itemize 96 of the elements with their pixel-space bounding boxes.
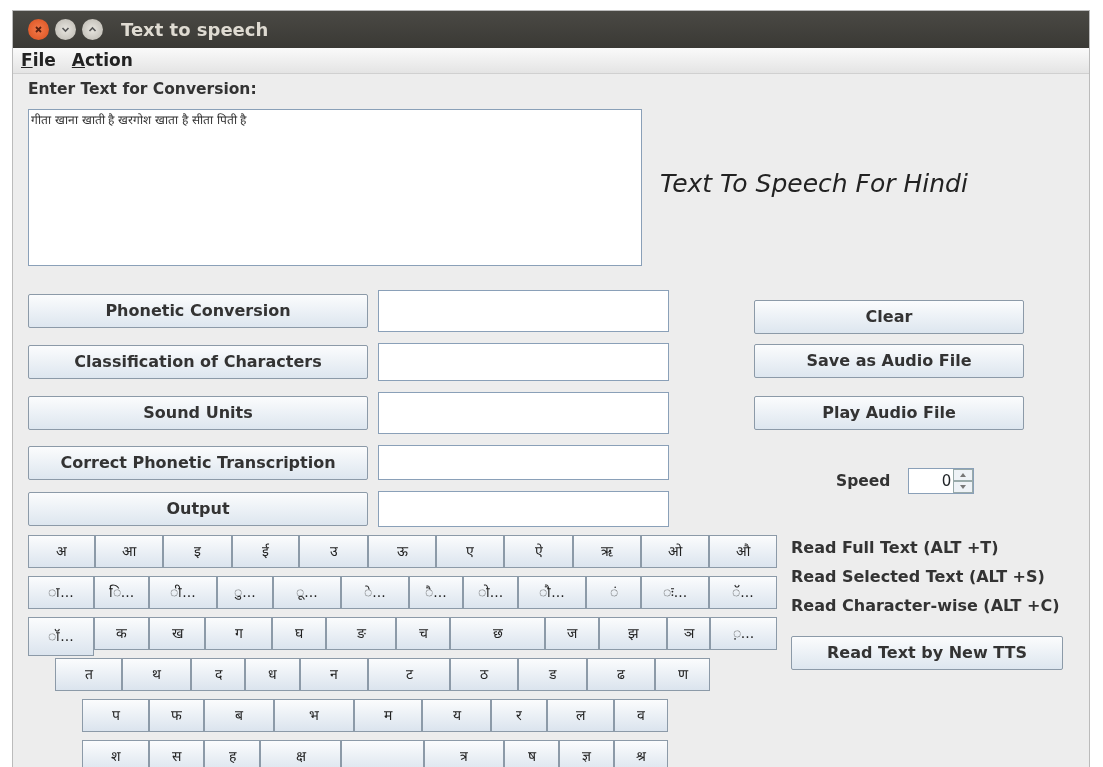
shortcut-text: Read Character-wise (ALT +C) [791, 595, 1060, 618]
key-button[interactable]: ई [232, 535, 299, 569]
key-button[interactable]: े... [341, 576, 409, 610]
key-button[interactable]: ए [436, 535, 504, 569]
key-button[interactable]: ा... [28, 576, 94, 610]
key-button[interactable]: ब [204, 699, 274, 733]
key-button[interactable]: भ [274, 699, 354, 733]
key-button[interactable]: श [82, 740, 149, 767]
key-button[interactable]: ठ [450, 658, 518, 692]
key-button[interactable]: छ [450, 617, 545, 651]
step-button[interactable]: Sound Units [28, 396, 368, 431]
maximize-button[interactable] [82, 19, 103, 40]
down-arrow-icon [960, 485, 967, 490]
key-button[interactable]: ऐ [504, 535, 573, 569]
input-label: Enter Text for Conversion: [28, 79, 258, 100]
key-button[interactable]: ़... [710, 617, 777, 651]
key-button[interactable]: त्र [424, 740, 504, 767]
action-button[interactable]: Play Audio File [754, 396, 1024, 431]
key-button[interactable]: ग [205, 617, 272, 651]
key-button[interactable]: न [300, 658, 368, 692]
minimize-button[interactable] [55, 19, 76, 40]
key-button[interactable]: म [354, 699, 422, 733]
read-tts-button[interactable]: Read Text by New TTS [791, 636, 1063, 671]
key-button[interactable]: ह [204, 740, 260, 767]
key-button[interactable]: ध [245, 658, 300, 692]
step-button[interactable]: Classification of Characters [28, 345, 368, 380]
key-button[interactable]: ॉ... [28, 617, 94, 657]
key-button[interactable]: ञ [667, 617, 710, 651]
key-button[interactable]: अ [28, 535, 95, 569]
menu-item[interactable]: Action [71, 47, 133, 74]
key-button[interactable]: थ [122, 658, 191, 692]
key-button[interactable]: ज [545, 617, 599, 651]
key-button[interactable]: झ [599, 617, 667, 651]
key-button[interactable]: ज्ञ [559, 740, 614, 767]
action-button[interactable]: Save as Audio File [754, 344, 1024, 379]
key-button[interactable]: ऊ [368, 535, 436, 569]
step-button[interactable]: Correct Phonetic Transcription [28, 445, 368, 480]
key-button[interactable]: ख [149, 617, 205, 651]
key-button[interactable]: इ [163, 535, 232, 569]
key-button[interactable]: उ [299, 535, 368, 569]
output-field[interactable] [378, 290, 669, 333]
up-arrow-icon [960, 473, 967, 478]
action-button[interactable]: Clear [754, 300, 1024, 335]
key-button[interactable]: ऋ [573, 535, 641, 569]
speed-spinner[interactable]: 0 [908, 468, 975, 495]
key-button[interactable]: ओ [641, 535, 709, 569]
key-button[interactable]: श्र [614, 740, 668, 767]
key-button[interactable]: व [614, 699, 668, 733]
shortcut-text: Read Selected Text (ALT +S) [791, 566, 1045, 589]
output-field[interactable] [378, 445, 669, 481]
key-button[interactable]: प [82, 699, 149, 733]
close-button[interactable] [28, 19, 49, 40]
key-button[interactable]: आ [95, 535, 163, 569]
spin-up-button[interactable] [953, 469, 974, 482]
key-button[interactable]: ण [655, 658, 710, 692]
key-button[interactable]: ङ [326, 617, 396, 651]
key-button[interactable]: द [191, 658, 245, 692]
key-button[interactable]: ु... [217, 576, 273, 610]
step-button[interactable]: Output [28, 492, 368, 527]
key-button[interactable]: ू... [273, 576, 341, 610]
key-button[interactable]: च [396, 617, 450, 651]
speed-label: Speed [836, 470, 891, 492]
key-button[interactable]: ड [518, 658, 587, 692]
key-button[interactable]: ि... [94, 576, 149, 610]
key-button[interactable]: फ [149, 699, 204, 733]
key-button[interactable]: ी... [149, 576, 217, 610]
key-button[interactable]: ः... [641, 576, 709, 610]
key-button[interactable]: ो... [463, 576, 518, 610]
step-button[interactable]: Phonetic Conversion [28, 294, 368, 329]
key-button[interactable]: ॅ... [709, 576, 777, 610]
shortcut-text: Read Full Text (ALT +T) [791, 537, 999, 560]
key-button[interactable]: घ [272, 617, 326, 651]
window-title: Text to speech [121, 18, 269, 42]
key-button[interactable] [341, 740, 424, 767]
key-button[interactable]: त [55, 658, 122, 692]
key-button[interactable]: क्ष [260, 740, 341, 767]
key-button[interactable]: ष [504, 740, 559, 767]
spin-down-button[interactable] [953, 481, 974, 494]
key-button[interactable]: क [94, 617, 149, 651]
close-icon [33, 24, 44, 35]
key-button[interactable]: ौ... [518, 576, 586, 610]
menu-item[interactable]: File [21, 47, 56, 74]
output-field[interactable] [378, 491, 669, 528]
key-button[interactable]: स [149, 740, 204, 767]
text-input[interactable]: गीता खाना खाती है खरगोश खाता है सीता पिती है [28, 109, 642, 267]
key-button[interactable]: ै... [409, 576, 463, 610]
key-button[interactable]: ट [368, 658, 450, 692]
key-button[interactable]: औ [709, 535, 777, 569]
output-field[interactable] [378, 343, 669, 382]
key-button[interactable]: ं [586, 576, 641, 610]
key-button[interactable]: ढ [587, 658, 655, 692]
app-heading: Text To Speech For Hindi [660, 168, 968, 200]
key-button[interactable]: य [422, 699, 491, 733]
key-button[interactable]: ल [547, 699, 614, 733]
key-button[interactable]: र [491, 699, 547, 733]
output-field[interactable] [378, 392, 669, 435]
